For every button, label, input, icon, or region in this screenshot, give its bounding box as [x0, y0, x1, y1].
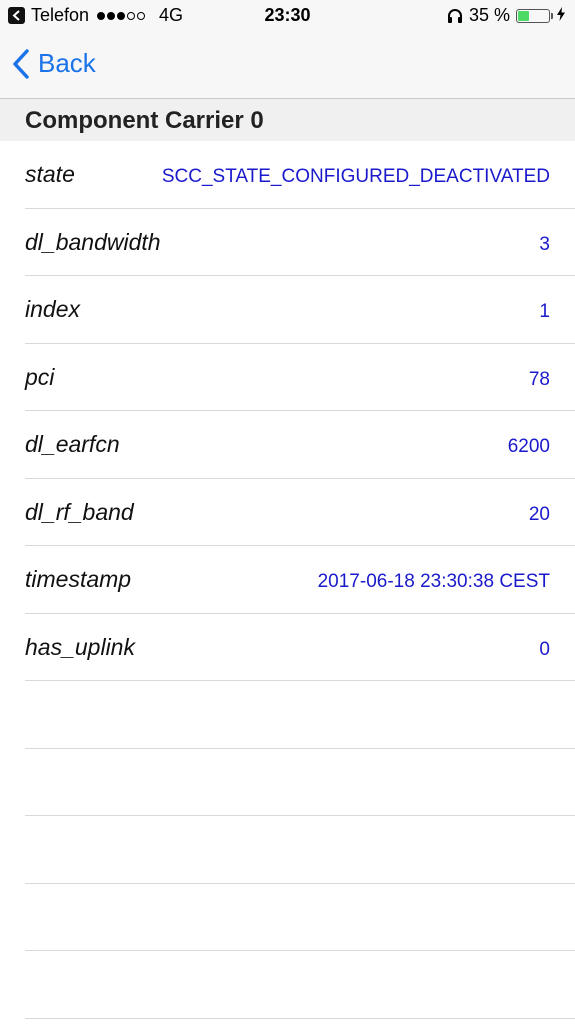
row-key: dl_earfcn: [25, 431, 120, 457]
row-key: pci: [25, 363, 55, 390]
back-button[interactable]: Back: [12, 48, 96, 79]
list-row: index 1: [25, 276, 575, 344]
row-key: dl_rf_band: [25, 498, 134, 525]
row-value: 3: [539, 233, 550, 255]
row-value: 78: [528, 368, 550, 390]
list-row: pci 78: [25, 344, 575, 411]
list-row: [25, 884, 575, 951]
row-key: has_uplink: [25, 633, 135, 660]
row-value: SCC_STATE_CONFIGURED_DEACTIVATED: [161, 166, 550, 187]
charging-bolt-icon: [557, 5, 565, 26]
status-bar: Telefon 4G 23:30 35 %: [0, 0, 575, 32]
detail-list: state SCC_STATE_CONFIGURED_DEACTIVATED dl_…: [0, 141, 575, 1019]
row-key: state: [25, 161, 75, 187]
battery-icon: [516, 8, 550, 23]
list-row: has_uplink 0: [25, 614, 575, 681]
section-title: Component Carrier 0: [25, 107, 264, 134]
section-header: Component Carrier 0: [0, 99, 575, 141]
headphones-icon: [447, 8, 463, 24]
list-row: [25, 951, 575, 1019]
row-value: 20: [528, 503, 550, 525]
row-value: 2017-06-18 23:30:38 CEST: [317, 571, 550, 592]
list-row: timestamp 2017-06-18 23:30:38 CEST: [25, 546, 575, 614]
navigation-bar: Back: [0, 32, 575, 99]
battery-nub: [551, 12, 553, 19]
chevron-left-icon: [13, 48, 29, 79]
row-value: 6200: [507, 436, 550, 457]
row-key: timestamp: [25, 566, 132, 592]
row-key: index: [25, 296, 80, 322]
status-right: 35 %: [447, 5, 565, 26]
list-row: dl_bandwidth 3: [25, 209, 575, 276]
battery-percent: 35 %: [468, 5, 510, 25]
list-row: dl_earfcn 6200: [25, 411, 575, 479]
back-button-label: Back: [38, 48, 96, 78]
row-value: 1: [539, 301, 550, 322]
list-row: [25, 816, 575, 884]
list-row: state SCC_STATE_CONFIGURED_DEACTIVATED: [25, 141, 575, 209]
row-key: dl_bandwidth: [25, 228, 161, 255]
row-value: 0: [539, 638, 550, 660]
battery-fill: [518, 10, 529, 21]
list-row: [25, 681, 575, 749]
list-row: [25, 749, 575, 816]
list-row: dl_rf_band 20: [25, 479, 575, 546]
